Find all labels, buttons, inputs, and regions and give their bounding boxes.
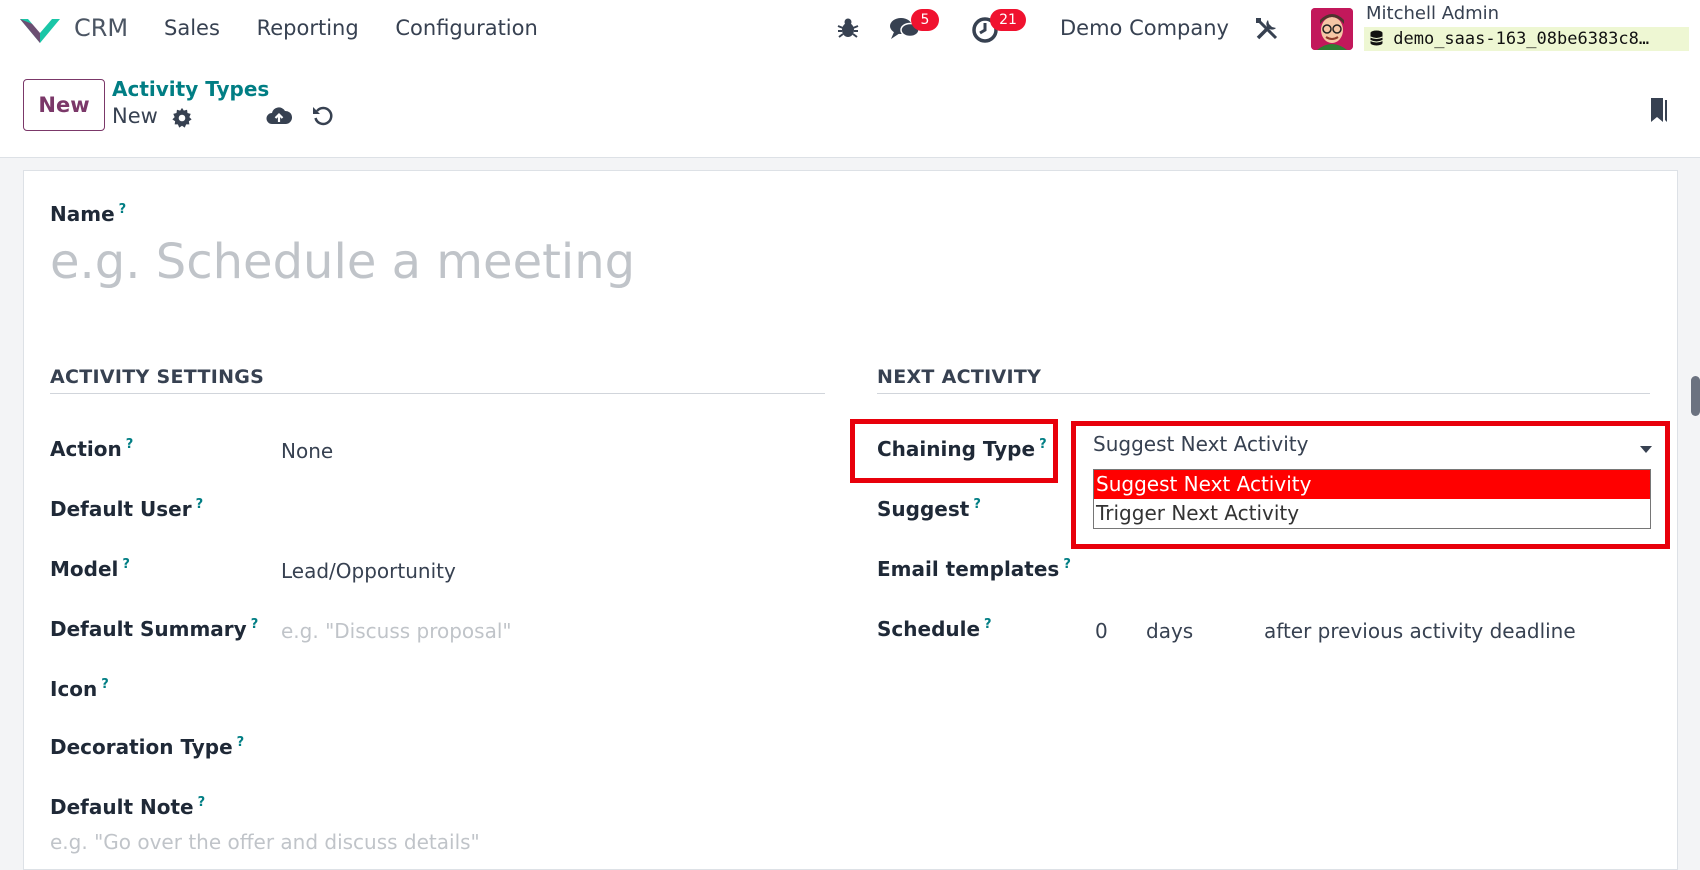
- action-label: Action?: [50, 437, 134, 461]
- menu-configuration[interactable]: Configuration: [395, 16, 537, 40]
- default-user-label: Default User?: [50, 497, 204, 521]
- model-label: Model?: [50, 557, 130, 581]
- control-panel: New Activity Types New: [0, 58, 1700, 158]
- schedule-delay-input[interactable]: 0: [1095, 619, 1108, 643]
- avatar-face-icon: [1311, 8, 1353, 50]
- help-icon[interactable]: ?: [973, 497, 981, 512]
- messages-count-badge: 5: [911, 9, 939, 31]
- email-templates-label: Email templates?: [877, 557, 1071, 581]
- default-note-label: Default Note?: [50, 795, 206, 819]
- main-menu: Sales Reporting Configuration: [164, 16, 568, 40]
- suggest-label: Suggest?: [877, 497, 981, 521]
- schedule-unit-select[interactable]: days: [1146, 619, 1193, 643]
- top-navbar: CRM Sales Reporting Configuration 5 21 D…: [0, 0, 1700, 58]
- help-icon[interactable]: ?: [122, 557, 130, 572]
- help-icon[interactable]: ?: [1063, 557, 1071, 572]
- help-icon[interactable]: ?: [126, 437, 134, 452]
- schedule-label: Schedule?: [877, 617, 992, 641]
- gear-icon[interactable]: [171, 107, 193, 129]
- record-title: New: [112, 104, 158, 128]
- new-button[interactable]: New: [23, 79, 105, 131]
- user-avatar[interactable]: [1311, 8, 1353, 50]
- next-activity-title: NEXT ACTIVITY: [877, 366, 1042, 388]
- breadcrumb-activity-types[interactable]: Activity Types: [112, 77, 269, 101]
- menu-reporting[interactable]: Reporting: [257, 16, 359, 40]
- decoration-type-label: Decoration Type?: [50, 735, 245, 759]
- action-select[interactable]: None: [281, 439, 333, 463]
- bookmark-icon[interactable]: [1649, 96, 1669, 124]
- help-icon[interactable]: ?: [237, 735, 245, 750]
- scrollbar-thumb[interactable]: [1691, 376, 1700, 416]
- user-name[interactable]: Mitchell Admin: [1366, 3, 1499, 24]
- default-summary-input[interactable]: e.g. "Discuss proposal": [281, 619, 512, 643]
- tools-icon[interactable]: [1254, 16, 1280, 42]
- highlight-chaining-type-label: [850, 419, 1058, 483]
- default-note-input[interactable]: e.g. "Go over the offer and discuss deta…: [50, 830, 480, 854]
- save-cloud-icon[interactable]: [266, 105, 292, 127]
- help-icon[interactable]: ?: [198, 795, 206, 810]
- highlight-chaining-type-dropdown: [1071, 421, 1670, 549]
- database-name: demo_saas-163_08be6383c8…: [1393, 29, 1650, 49]
- schedule-from-select[interactable]: after previous activity deadline: [1264, 619, 1576, 643]
- database-icon: [1370, 30, 1383, 46]
- database-badge: demo_saas-163_08be6383c8…: [1364, 27, 1689, 51]
- activities-count-badge: 21: [990, 9, 1026, 31]
- help-icon[interactable]: ?: [101, 677, 109, 692]
- company-switcher[interactable]: Demo Company: [1060, 16, 1229, 40]
- menu-sales[interactable]: Sales: [164, 16, 220, 40]
- section-divider: [877, 393, 1650, 394]
- help-icon[interactable]: ?: [984, 617, 992, 632]
- help-icon[interactable]: ?: [196, 497, 204, 512]
- model-select[interactable]: Lead/Opportunity: [281, 559, 456, 583]
- help-icon[interactable]: ?: [251, 617, 259, 632]
- icon-label: Icon?: [50, 677, 109, 701]
- name-label: Name?: [50, 202, 127, 226]
- default-summary-label: Default Summary?: [50, 617, 259, 641]
- name-input[interactable]: e.g. Schedule a meeting: [50, 234, 635, 290]
- section-divider: [50, 393, 825, 394]
- crm-logo-icon[interactable]: [18, 13, 62, 45]
- bug-icon[interactable]: [836, 16, 860, 40]
- help-icon[interactable]: ?: [119, 202, 127, 217]
- discard-undo-icon[interactable]: [311, 104, 335, 128]
- activity-settings-title: ACTIVITY SETTINGS: [50, 366, 265, 388]
- app-name[interactable]: CRM: [74, 14, 128, 42]
